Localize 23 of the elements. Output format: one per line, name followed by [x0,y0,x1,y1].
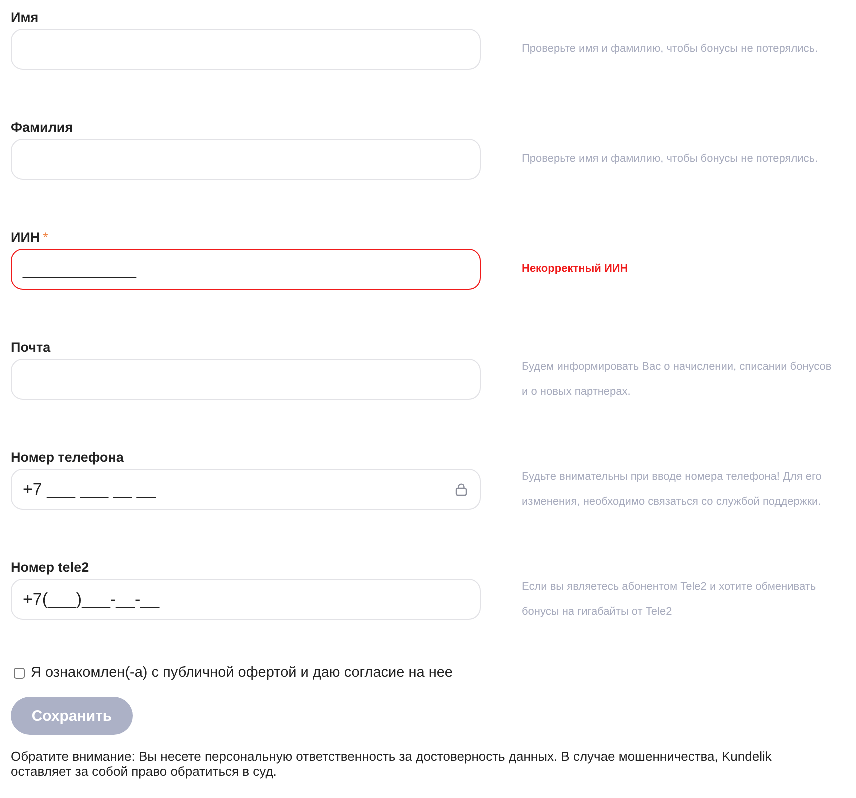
input-field[interactable] [11,359,481,400]
notice-text: Обратите внимание: Вы несете персональную ответственность за достоверность данных. В случае мошенничества, Kundelik оставляет за собой право обратиться в суд. [11,749,773,779]
field-label: Фамилия [11,119,74,137]
field-hint: Будем информировать Вас о начислении, списании бонусов и о новых партнерах. [522,360,833,400]
field-label: Почта [11,339,51,357]
field-hint: Проверьте имя и фамилию, чтобы бонусы не потерялись. [522,42,820,57]
input-field[interactable] [11,139,481,180]
field-hint: Если вы являетесь абонентом Tele2 и хотите обменивать бонусы на гигабайты от Tele2 [522,580,818,620]
field-hint: Проверьте имя и фамилию, чтобы бонусы не потерялись. [522,152,820,167]
consent-checkbox[interactable] [14,668,25,678]
field-hint: Будьте внимательны при вводе номера телефона! Для его изменения, необходимо связаться со службой поддержки. [522,470,823,510]
field-label: ИИН [11,229,40,247]
input-field[interactable]: +7(___)___-__-__ [11,579,481,620]
input-field[interactable]: +7 ___ ___ __ __ [11,469,481,510]
field-label: Имя [11,9,39,27]
field-label: Номер телефона [11,449,124,467]
lock-icon [455,483,468,496]
consent-label: Я ознакомлен(-а) с публичной офертой и даю согласие на нее [31,665,453,681]
field-label: Номер tele2 [11,559,90,577]
input-field[interactable] [11,29,481,70]
required-mark: * [43,229,48,247]
input-field[interactable]: ____________ [11,249,481,290]
error-message: Некорректный ИИН [522,262,630,277]
